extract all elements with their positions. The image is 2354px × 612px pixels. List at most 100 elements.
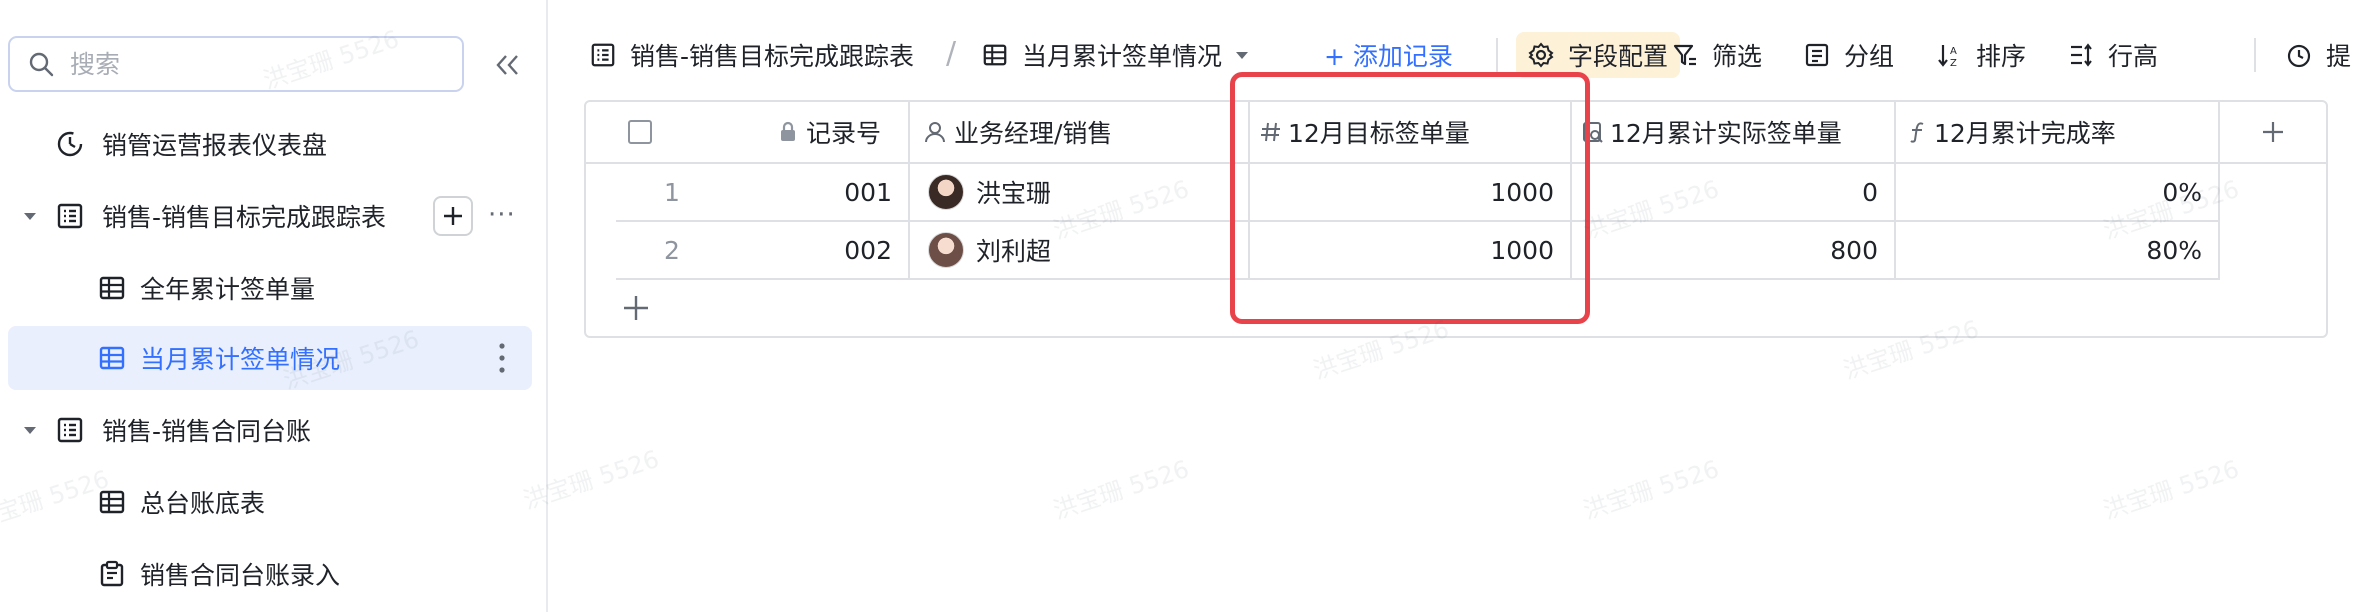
more-vertical-icon[interactable] xyxy=(492,338,512,378)
group-icon xyxy=(1805,43,1829,67)
avatar xyxy=(928,174,964,210)
grid-view-icon xyxy=(98,344,126,372)
cell-actual[interactable]: 0 xyxy=(1572,164,1896,222)
view-name: 当月累计签单情况 xyxy=(1022,42,1223,71)
toolbar: 销售-销售目标完成跟踪表 / 当月累计签单情况 + 添加记录 字段配置 筛选 分… xyxy=(548,20,2354,90)
cell-target[interactable]: 1000 xyxy=(1250,222,1572,280)
plus-icon xyxy=(2263,122,2283,142)
cell-rate[interactable]: 0% xyxy=(1896,164,2220,222)
sidebar-item-yearly-signings[interactable]: 全年累计签单量 xyxy=(0,256,546,320)
svg-text:A: A xyxy=(1950,46,1957,57)
sort-button[interactable]: AZ 排序 xyxy=(1936,20,2026,90)
header-target[interactable]: 12月目标签单量 xyxy=(1250,102,1572,164)
grid-view-icon xyxy=(98,274,126,302)
sidebar-item-monthly-signings[interactable]: 当月累计签单情况 xyxy=(8,326,532,390)
header-actual[interactable]: 12月累计实际签单量 xyxy=(1572,102,1896,164)
collapse-sidebar-icon[interactable] xyxy=(490,48,524,82)
grid-view-icon xyxy=(983,44,1007,66)
group-label: 分组 xyxy=(1844,42,1895,71)
sidebar-item-sales-contract-ledger[interactable]: 销售-销售合同台账 xyxy=(0,398,546,462)
toolbar-divider xyxy=(1496,38,1498,72)
sort-icon: AZ xyxy=(1938,45,1957,68)
filter-button[interactable]: 筛选 xyxy=(1672,20,1762,90)
header-manager[interactable]: 业务经理/销售 xyxy=(910,102,1250,164)
header-record-number[interactable]: 记录号 xyxy=(586,102,910,164)
row-height-label: 行高 xyxy=(2108,42,2159,71)
number-icon xyxy=(1261,122,1280,142)
watermark: 洪宝珊 5526 xyxy=(1049,454,1193,525)
search-icon xyxy=(29,52,54,77)
sidebar-item-label: 销售合同台账录入 xyxy=(140,561,341,590)
data-grid: 记录号 业务经理/销售 12月目标签单量 12月累计实际签单量 12月累计完成率… xyxy=(584,100,2328,338)
search-input[interactable] xyxy=(68,48,432,80)
add-column-button[interactable] xyxy=(2220,102,2326,164)
caret-down-icon xyxy=(1236,52,1249,59)
field-config-button[interactable]: 字段配置 xyxy=(1516,32,1681,78)
cell-record[interactable]: 002 xyxy=(616,222,910,280)
cell-manager[interactable]: 洪宝珊 xyxy=(910,164,1250,222)
group-button[interactable]: 分组 xyxy=(1804,20,1894,90)
sidebar-item-label: 当月累计签单情况 xyxy=(140,345,341,374)
gear-icon xyxy=(1528,42,1554,68)
caret-down-icon[interactable] xyxy=(22,208,38,224)
column-label: 12月累计实际签单量 xyxy=(1610,119,1842,148)
more-options-icon[interactable]: ··· xyxy=(488,202,516,228)
reminder-label: 提 xyxy=(2326,42,2352,71)
field-config-label: 字段配置 xyxy=(1568,42,1669,71)
watermark: 洪宝珊 5526 xyxy=(1579,454,1723,525)
column-label: 12月目标签单量 xyxy=(1288,119,1470,148)
sidebar-item-contract-entry[interactable]: 销售合同台账录入 xyxy=(0,542,546,606)
clock-icon xyxy=(2287,44,2311,68)
view-switcher[interactable]: 当月累计签单情况 xyxy=(982,20,1250,90)
sidebar-item-label: 全年累计签单量 xyxy=(140,275,316,304)
manager-name: 洪宝珊 xyxy=(976,179,1052,208)
sidebar-item-label: 总台账底表 xyxy=(140,489,266,518)
sidebar-item-label: 销管运营报表仪表盘 xyxy=(102,131,328,160)
filter-icon xyxy=(1673,44,1696,66)
add-row-icon[interactable] xyxy=(616,288,656,328)
row-height-button[interactable]: 行高 xyxy=(2068,20,2158,90)
column-label: 记录号 xyxy=(806,119,882,148)
person-icon xyxy=(925,122,945,143)
breadcrumb-table[interactable]: 销售-销售目标完成跟踪表 xyxy=(590,20,914,90)
reminder-button[interactable]: 提 xyxy=(2286,20,2351,90)
plus-icon xyxy=(444,207,462,225)
lock-icon xyxy=(781,121,795,141)
grid-view-icon xyxy=(98,488,126,516)
dashboard-icon xyxy=(56,130,84,158)
svg-text:Z: Z xyxy=(1950,58,1957,68)
sidebar: 销管运营报表仪表盘 销售-销售目标完成跟踪表 ··· 全年累计签单量 当月累计签… xyxy=(0,0,548,612)
select-all-checkbox[interactable] xyxy=(628,120,652,144)
cell-record[interactable]: 001 xyxy=(616,164,910,222)
toolbar-divider xyxy=(2254,38,2256,72)
form-icon xyxy=(98,560,126,588)
watermark: 洪宝珊 5526 xyxy=(2099,454,2243,525)
sidebar-item-label: 销售-销售合同台账 xyxy=(102,417,312,446)
avatar xyxy=(928,232,964,268)
lookup-icon xyxy=(1583,122,1603,143)
table-doc-icon xyxy=(591,43,615,67)
filter-label: 筛选 xyxy=(1712,42,1763,71)
table-doc-icon xyxy=(56,416,84,444)
cell-rate[interactable]: 80% xyxy=(1896,222,2220,280)
header-rate[interactable]: 12月累计完成率 xyxy=(1896,102,2220,164)
add-view-button[interactable] xyxy=(433,196,473,236)
sidebar-item-master-ledger[interactable]: 总台账底表 xyxy=(0,470,546,534)
cell-actual[interactable]: 800 xyxy=(1572,222,1896,280)
column-label: 业务经理/销售 xyxy=(954,119,1113,148)
cell-manager[interactable]: 刘利超 xyxy=(910,222,1250,280)
breadcrumb-separator: / xyxy=(946,36,957,71)
caret-down-icon[interactable] xyxy=(22,422,38,438)
manager-name: 刘利超 xyxy=(976,237,1052,266)
sidebar-item-label: 销售-销售目标完成跟踪表 xyxy=(102,203,387,232)
search-box[interactable] xyxy=(8,36,464,92)
add-record-button[interactable]: + 添加记录 xyxy=(1324,20,1453,90)
table-name: 销售-销售目标完成跟踪表 xyxy=(630,42,915,71)
formula-icon xyxy=(1910,122,1924,143)
table-doc-icon xyxy=(56,202,84,230)
sidebar-item-dashboard[interactable]: 销管运营报表仪表盘 xyxy=(0,112,546,176)
row-height-icon xyxy=(2071,43,2092,67)
column-label: 12月累计完成率 xyxy=(1934,119,2116,148)
cell-target[interactable]: 1000 xyxy=(1250,164,1572,222)
sort-label: 排序 xyxy=(1976,42,2027,71)
